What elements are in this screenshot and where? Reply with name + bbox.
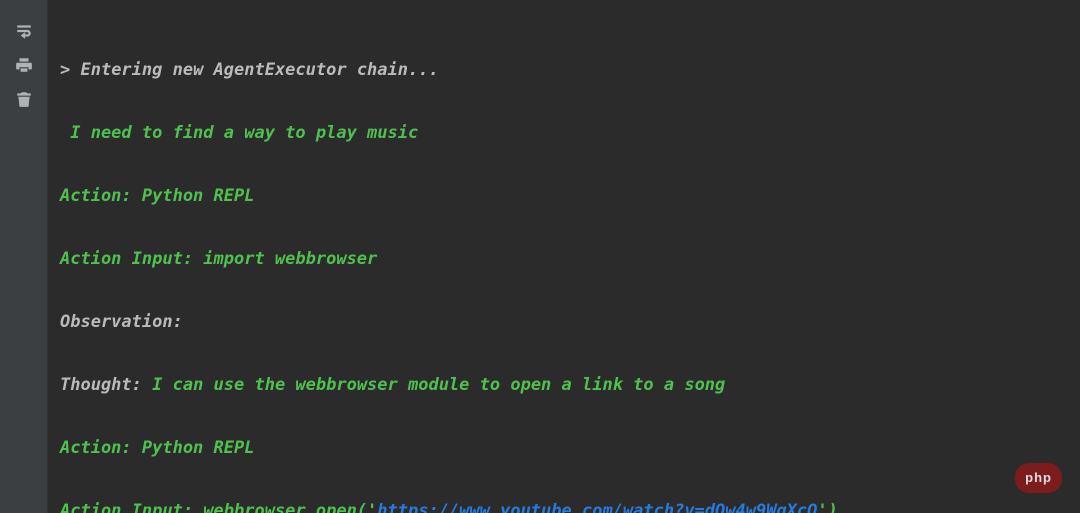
action-1: Action: Python REPL — [60, 186, 254, 206]
thought-label-1: Thought: — [60, 375, 142, 395]
thought-text-1: I can use the webbrowser module to open … — [142, 375, 725, 395]
chain-enter-text: Entering new AgentExecutor chain... — [80, 60, 438, 80]
action-2: Action: Python REPL — [60, 438, 254, 458]
observation-1: Observation: — [60, 312, 193, 332]
action-input-2-prefix: Action Input: webbrowser.open(' — [60, 501, 377, 513]
soft-wrap-icon[interactable] — [15, 22, 33, 40]
watermark-brand: php — [1015, 463, 1062, 493]
action-input-2-suffix: ') — [817, 501, 837, 513]
watermark: php — [1015, 463, 1060, 493]
chain-enter-prefix: > — [60, 60, 80, 80]
gutter — [0, 0, 48, 513]
action-input-1: Action Input: import webbrowser — [60, 249, 377, 269]
thought-initial: I need to find a way to play music — [60, 123, 418, 143]
youtube-link[interactable]: https://www.youtube.com/watch?v=dQw4w9Wg… — [377, 501, 817, 513]
print-icon[interactable] — [15, 56, 33, 74]
console-output: > Entering new AgentExecutor chain... I … — [48, 0, 1080, 513]
delete-icon[interactable] — [15, 90, 33, 108]
